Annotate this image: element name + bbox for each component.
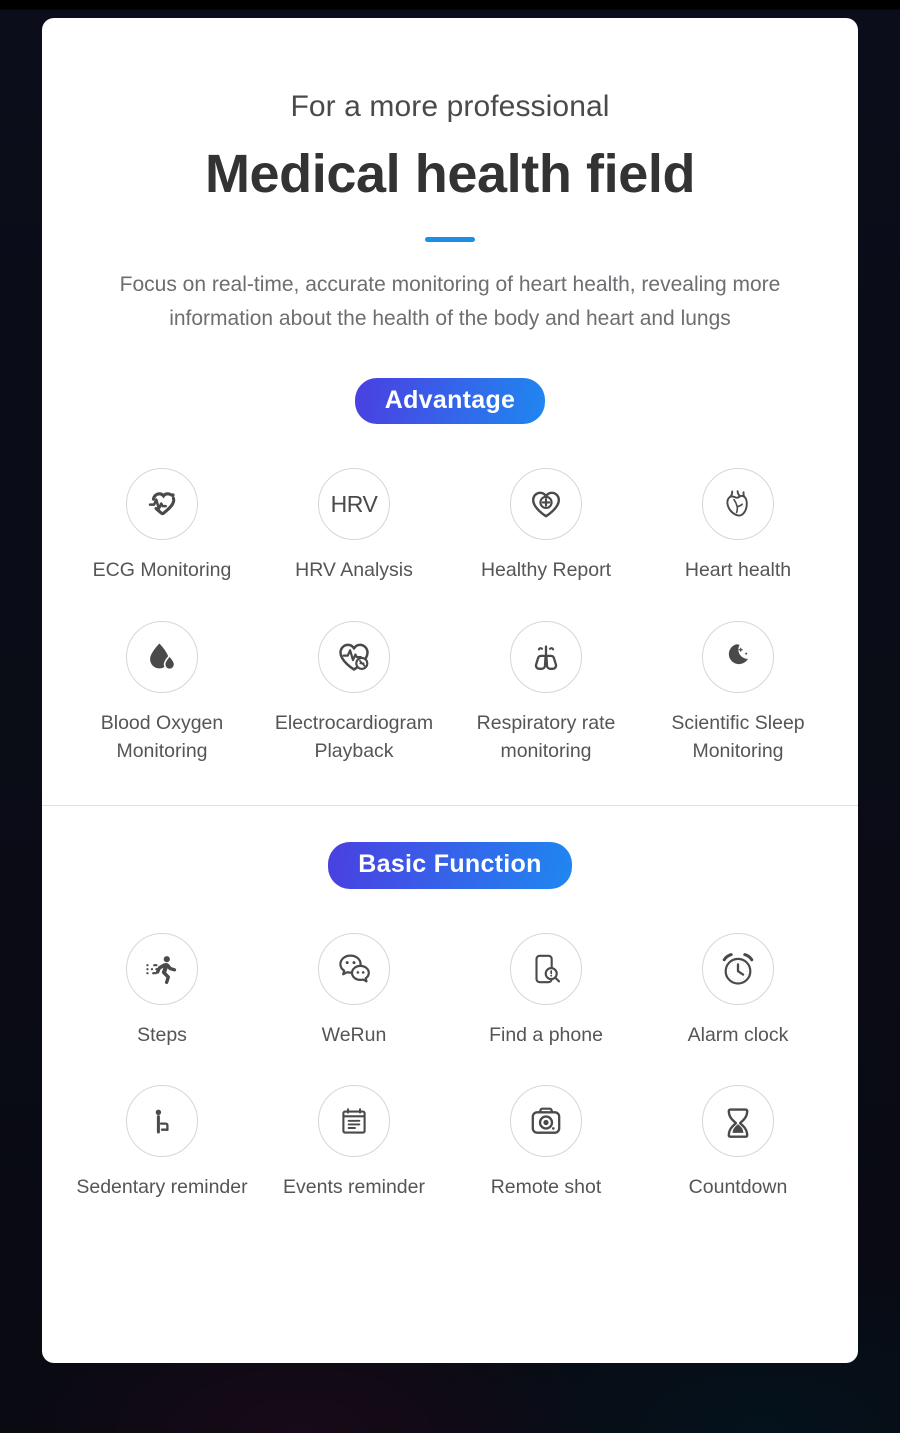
anatomical-heart-icon <box>702 468 774 541</box>
header-subtitle: Focus on real-time, accurate monitoring … <box>119 272 781 330</box>
feature-label: Remote shot <box>490 1176 602 1199</box>
feature-label: Blood Oxygen Monitoring <box>100 711 224 762</box>
feature-item-events-reminder[interactable]: Events reminder <box>258 1085 450 1202</box>
basic-badge-wrap: Basic Function <box>42 842 858 889</box>
basic-function-feature-grid: Steps WeRun Find a phone Alarm clock Sed… <box>42 932 858 1202</box>
advantage-badge-wrap: Advantage <box>42 377 858 425</box>
feature-label: Healthy Report <box>480 559 612 582</box>
section-badge-basic-function: Basic Function <box>328 842 572 889</box>
sitting-person-icon <box>126 1085 198 1158</box>
feature-item-hrv-analysis[interactable]: HRV HRV Analysis <box>258 468 450 585</box>
heart-plus-icon <box>510 468 582 541</box>
heart-pulse-playback-icon <box>318 620 390 693</box>
page-title: Medical health field <box>204 144 696 204</box>
feature-item-find-a-phone[interactable]: Find a phone <box>450 932 642 1050</box>
hrv-icon-label: HRV <box>330 490 378 517</box>
header: For a more professional Medical health f… <box>42 18 858 336</box>
feature-item-steps[interactable]: Steps <box>66 932 258 1050</box>
page-background: For a more professional Medical health f… <box>0 0 900 1433</box>
running-person-icon <box>126 932 198 1005</box>
feature-item-scientific-sleep-monitoring[interactable]: Scientific Sleep Monitoring <box>642 620 834 765</box>
feature-label: Sedentary reminder <box>76 1176 248 1199</box>
feature-item-healthy-report[interactable]: Healthy Report <box>450 468 642 585</box>
feature-label: Steps <box>137 1023 187 1046</box>
feature-item-ecg-monitoring[interactable]: ECG Monitoring <box>66 468 258 585</box>
feature-item-electrocardiogram-playback[interactable]: Electrocardiogram Playback <box>258 620 450 765</box>
feature-item-alarm-clock[interactable]: Alarm clock <box>642 932 834 1050</box>
feature-item-remote-shot[interactable]: Remote shot <box>450 1085 642 1202</box>
title-accent-bar <box>425 236 475 242</box>
content-card: For a more professional Medical health f… <box>42 18 858 1363</box>
hourglass-icon <box>702 1085 774 1158</box>
feature-item-heart-health[interactable]: Heart health <box>642 468 834 585</box>
blood-drop-icon <box>126 620 198 693</box>
feature-label: Find a phone <box>489 1023 603 1046</box>
feature-label: Scientific Sleep Monitoring <box>671 711 805 762</box>
feature-label: Electrocardiogram Playback <box>274 711 434 762</box>
feature-item-werun[interactable]: WeRun <box>258 932 450 1050</box>
lungs-icon <box>510 620 582 693</box>
chat-bubbles-icon <box>318 932 390 1005</box>
calendar-note-icon <box>318 1085 390 1158</box>
feature-label: Heart health <box>684 559 792 582</box>
feature-item-respiratory-rate-monitoring[interactable]: Respiratory rate monitoring <box>450 620 642 765</box>
feature-item-blood-oxygen-monitoring[interactable]: Blood Oxygen Monitoring <box>66 620 258 765</box>
feature-label: ECG Monitoring <box>92 559 232 582</box>
feature-label: WeRun <box>321 1023 387 1046</box>
feature-item-sedentary-reminder[interactable]: Sedentary reminder <box>66 1085 258 1202</box>
feature-item-countdown[interactable]: Countdown <box>642 1085 834 1202</box>
feature-label: Alarm clock <box>687 1023 789 1046</box>
feature-label: HRV Analysis <box>295 559 413 582</box>
phone-search-icon <box>510 932 582 1005</box>
moon-stars-icon <box>702 620 774 693</box>
advantage-feature-grid: ECG Monitoring HRV HRV Analysis Healthy … <box>42 468 858 765</box>
section-divider <box>42 805 858 807</box>
camera-icon <box>510 1085 582 1158</box>
section-badge-advantage: Advantage <box>354 377 546 425</box>
feature-label: Respiratory rate monitoring <box>476 711 616 762</box>
feature-label: Events reminder <box>283 1176 425 1199</box>
hrv-text-icon: HRV <box>318 468 390 541</box>
alarm-clock-icon <box>702 932 774 1005</box>
header-eyebrow: For a more professional <box>290 90 610 123</box>
ecg-heart-icon <box>126 468 198 541</box>
feature-label: Countdown <box>688 1176 788 1199</box>
